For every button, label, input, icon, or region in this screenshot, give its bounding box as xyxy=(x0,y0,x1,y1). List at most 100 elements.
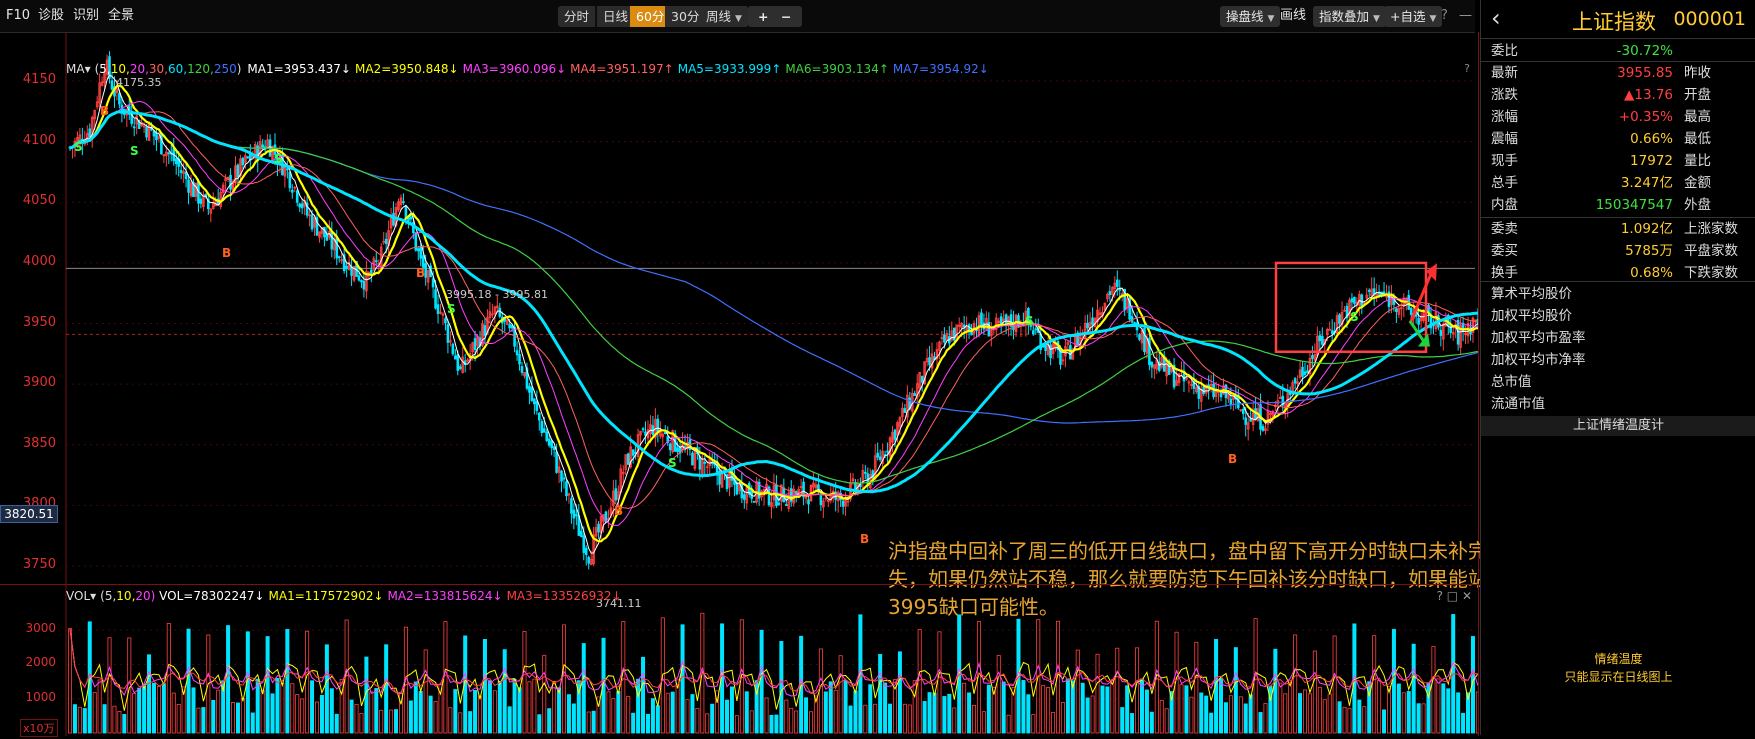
volume-chart[interactable]: VOL▾ (5,10,20) VOL=78302247↓ MA1=117572902… xyxy=(0,584,1480,737)
candle-down xyxy=(456,354,460,371)
panorama-button[interactable]: 全景 xyxy=(108,0,134,32)
index-overlay-dropdown[interactable]: 指数叠加 ▼ xyxy=(1313,6,1386,27)
back-arrow-icon[interactable]: ‹ xyxy=(1491,4,1501,32)
add-watchlist-dropdown[interactable]: +自选 ▼ xyxy=(1384,6,1443,27)
candle-down xyxy=(246,156,250,159)
quote-label: 总市值 xyxy=(1491,374,1532,390)
volume-bar-down xyxy=(1199,692,1204,734)
current-price-tag: 3820.51 xyxy=(0,505,58,523)
volume-bar-down xyxy=(226,625,231,734)
volume-bar-up xyxy=(981,711,986,734)
kline-chart[interactable]: MA▾ (5,10,20,30,60,120,250) MA1=3953.437↓ M… xyxy=(0,32,1733,619)
candle-down xyxy=(409,216,413,220)
volume-bar-up xyxy=(1347,707,1352,734)
candle-down xyxy=(1202,386,1206,394)
volume-bar-up xyxy=(794,710,799,734)
volume-bar-down xyxy=(774,714,779,734)
volume-bar-down xyxy=(670,691,675,734)
volume-bar-up xyxy=(611,698,616,734)
trading-line-dropdown[interactable]: 操盘线 ▼ xyxy=(1220,6,1281,27)
candle-down xyxy=(508,324,511,329)
volume-bar-down xyxy=(631,712,636,734)
ma-param: 20, xyxy=(129,62,149,76)
period-dropdown-weekly[interactable]: 周线 ▼ xyxy=(700,6,749,27)
volume-bar-down xyxy=(932,692,937,734)
sentiment-note: 情绪温度 只能显示在日线图上 xyxy=(1481,650,1755,686)
recognize-button[interactable]: 识别 xyxy=(73,0,99,32)
quote-value: +0.35% xyxy=(1618,109,1673,125)
volume-bar-up xyxy=(240,698,245,734)
candle-down xyxy=(1338,314,1341,324)
zoom-out-button[interactable]: − xyxy=(781,6,791,27)
volume-bar-up xyxy=(290,683,295,734)
volume-bar-up xyxy=(97,679,102,734)
candle-down xyxy=(436,304,440,315)
ma-settings-dropdown[interactable]: MA▾ xyxy=(66,62,91,76)
quote-value: 3.247亿 xyxy=(1620,175,1673,191)
volume-bar-up xyxy=(937,631,942,734)
volume-tick-label: 2000 xyxy=(25,655,56,670)
volume-bar-up xyxy=(1051,712,1056,734)
draw-line-button[interactable]: 画线 xyxy=(1280,0,1306,32)
price-tick-label: 3950 xyxy=(22,314,56,330)
volume-bar-down xyxy=(897,651,902,734)
help-icon[interactable]: ? xyxy=(1441,0,1448,32)
volume-bar-down xyxy=(349,699,354,734)
volume-window-controls[interactable]: ? □ ✕ xyxy=(1437,589,1472,603)
quote-label-right: 最低 xyxy=(1684,131,1711,147)
candle-down xyxy=(1229,398,1233,405)
candle-down xyxy=(1439,329,1443,336)
f10-button[interactable]: F10 xyxy=(6,0,30,32)
candle-down xyxy=(498,307,502,317)
ma-value: MA7=3954.92↓ xyxy=(892,62,989,76)
volume-bar-down xyxy=(255,678,260,734)
volume-bar-up xyxy=(1288,679,1293,734)
volume-bar-up xyxy=(156,686,161,734)
volume-bar-down xyxy=(1184,685,1189,734)
zoom-in-button[interactable]: + xyxy=(758,6,768,27)
candle-down xyxy=(1476,318,1478,324)
ma-params: (5,10,20,30,60,120,250) xyxy=(95,62,242,76)
candle-down xyxy=(404,205,408,219)
volume-bar-down xyxy=(636,678,641,734)
divider xyxy=(1481,61,1755,62)
volume-bar-down xyxy=(650,698,655,734)
quote-row: 委卖 1.092亿 上涨家数 xyxy=(1481,218,1755,240)
buy-signal-marker: B xyxy=(222,246,232,260)
help-icon[interactable]: ? xyxy=(1464,62,1470,75)
volume-bar-down xyxy=(566,694,571,734)
quote-value: -30.72% xyxy=(1616,43,1673,59)
quote-label: 委买 xyxy=(1491,243,1518,259)
volume-bar-up xyxy=(838,655,843,734)
minimize-icon[interactable]: — xyxy=(1459,0,1472,32)
volume-bar-up xyxy=(492,690,497,734)
quote-label: 涨幅 xyxy=(1491,109,1518,125)
candle-down xyxy=(565,481,568,497)
volume-bar-down xyxy=(413,681,418,734)
candle-down xyxy=(550,440,553,449)
candles xyxy=(68,51,1478,570)
volume-bar-down xyxy=(1233,647,1238,734)
ma-param: 30, xyxy=(148,62,169,76)
volume-bar-down xyxy=(843,680,848,734)
candle-down xyxy=(878,456,882,460)
volume-param: (5, xyxy=(100,589,117,603)
period-tab-intraday[interactable]: 分时 xyxy=(558,6,597,27)
candle-down xyxy=(1143,327,1146,353)
volume-bar-down xyxy=(1258,712,1263,734)
volume-bar-down xyxy=(1382,709,1387,734)
candle-down xyxy=(286,168,289,171)
volume-bar-up xyxy=(300,698,305,734)
sentiment-thermometer-bar[interactable]: 上证情绪温度计 xyxy=(1481,416,1755,436)
volume-bar-down xyxy=(250,712,255,734)
candle-down xyxy=(370,269,373,274)
candle-down xyxy=(300,203,304,209)
volume-settings-dropdown[interactable]: VOL▾ xyxy=(66,589,96,603)
candle-down xyxy=(132,126,136,129)
sentiment-note-text: 只能显示在日线图上 xyxy=(1564,670,1673,684)
volume-bar-up xyxy=(695,708,700,734)
diagnose-button[interactable]: 诊股 xyxy=(38,0,64,32)
ma-value: MA6=3903.134↑ xyxy=(785,62,889,76)
volume-bar-down xyxy=(1169,691,1174,734)
ma-value: MA2=3950.848↓ xyxy=(355,62,459,76)
